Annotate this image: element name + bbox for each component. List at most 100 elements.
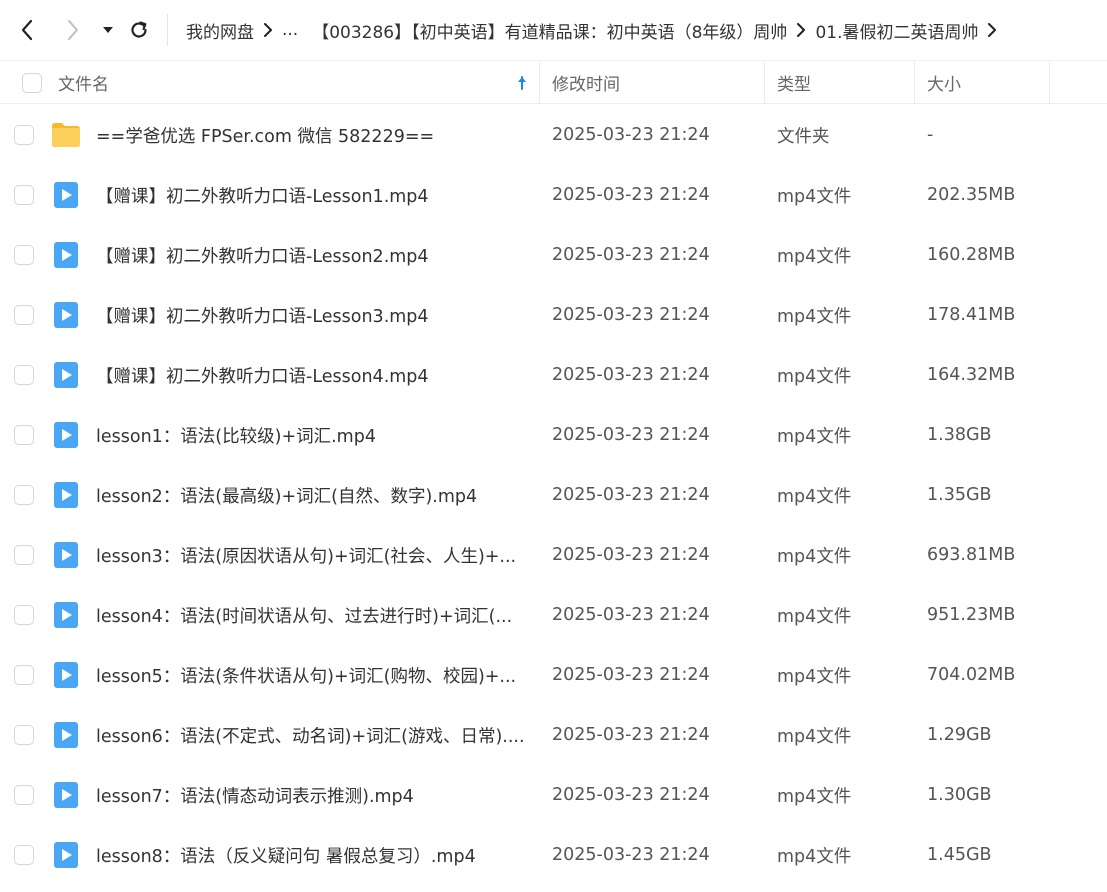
file-type: 文件夹	[777, 126, 830, 147]
row-checkbox[interactable]	[14, 605, 34, 625]
video-file-icon	[50, 825, 82, 885]
breadcrumb-item-current[interactable]: 01.暑假初二英语周帅	[815, 18, 978, 43]
select-all-checkbox[interactable]	[22, 72, 42, 93]
table-row[interactable]: lesson6：语法(不定式、动名词)+词汇(游戏、日常).... 2025-0…	[0, 705, 1107, 765]
breadcrumb-item-root[interactable]: 我的网盘	[186, 18, 254, 43]
file-type: mp4文件	[777, 546, 852, 567]
row-checkbox[interactable]	[14, 485, 34, 505]
row-checkbox[interactable]	[14, 185, 34, 205]
breadcrumb-item-ellipsis[interactable]: ...	[282, 20, 298, 40]
file-size: 202.35MB	[927, 185, 1016, 205]
table-row[interactable]: lesson1：语法(比较级)+词汇.mp4 2025-03-23 21:24 …	[0, 405, 1107, 465]
row-checkbox[interactable]	[14, 845, 34, 865]
table-row[interactable]: lesson3：语法(原因状语从句)+词汇(社会、人生)+... 2025-03…	[0, 525, 1107, 585]
table-row[interactable]: lesson8：语法（反义疑问句 暑假总复习）.mp4 2025-03-23 2…	[0, 825, 1107, 885]
file-name[interactable]: lesson2：语法(最高级)+词汇(自然、数字).mp4	[96, 465, 526, 525]
video-file-icon	[50, 585, 82, 645]
row-checkbox[interactable]	[14, 305, 34, 325]
file-table-header: 文件名 修改时间 类型 大小	[0, 60, 1107, 104]
file-modified-time: 2025-03-23 21:24	[552, 125, 710, 145]
header-name[interactable]: 文件名	[58, 61, 109, 104]
table-row[interactable]: lesson5：语法(条件状语从句)+词汇(购物、校园)+... 2025-03…	[0, 645, 1107, 705]
row-checkbox-cell	[14, 705, 34, 765]
file-modified-time: 2025-03-23 21:24	[552, 365, 710, 385]
file-type: mp4文件	[777, 366, 852, 387]
file-name[interactable]: lesson7：语法(情态动词表示推测).mp4	[96, 765, 526, 825]
file-name[interactable]: ==学爸优选 FPSer.com 微信 582229==	[96, 105, 526, 165]
row-checkbox[interactable]	[14, 545, 34, 565]
file-name[interactable]: lesson1：语法(比较级)+词汇.mp4	[96, 405, 526, 465]
refresh-button[interactable]	[128, 15, 150, 45]
row-checkbox-cell	[14, 345, 34, 405]
file-type: mp4文件	[777, 486, 852, 507]
row-checkbox-cell	[14, 165, 34, 225]
chevron-right-icon	[68, 20, 78, 40]
table-row[interactable]: lesson4：语法(时间状语从句、过去进行时)+词汇(... 2025-03-…	[0, 585, 1107, 645]
header-type[interactable]: 类型	[777, 61, 811, 104]
row-checkbox-cell	[14, 465, 34, 525]
row-checkbox-cell	[14, 405, 34, 465]
file-list: ==学爸优选 FPSer.com 微信 582229== 2025-03-23 …	[0, 105, 1107, 885]
file-type: mp4文件	[777, 786, 852, 807]
row-checkbox[interactable]	[14, 665, 34, 685]
video-file-icon	[50, 285, 82, 345]
file-modified-time: 2025-03-23 21:24	[552, 845, 710, 865]
caret-down-icon	[103, 27, 113, 33]
breadcrumb-item-course[interactable]: 【003286】【初中英语】有道精品课：初中英语（8年级）周帅	[312, 18, 787, 43]
file-size: 704.02MB	[927, 665, 1016, 685]
table-row[interactable]: 【赠课】初二外教听力口语-Lesson1.mp4 2025-03-23 21:2…	[0, 165, 1107, 225]
forward-button[interactable]	[62, 15, 84, 45]
file-name[interactable]: lesson6：语法(不定式、动名词)+词汇(游戏、日常)....	[96, 705, 526, 765]
column-divider[interactable]	[539, 61, 540, 104]
header-time[interactable]: 修改时间	[552, 61, 620, 104]
column-divider[interactable]	[1049, 61, 1050, 104]
header-size[interactable]: 大小	[927, 61, 961, 104]
file-modified-time: 2025-03-23 21:24	[552, 665, 710, 685]
file-name[interactable]: 【赠课】初二外教听力口语-Lesson1.mp4	[96, 165, 526, 225]
table-row[interactable]: lesson2：语法(最高级)+词汇(自然、数字).mp4 2025-03-23…	[0, 465, 1107, 525]
file-size: 1.45GB	[927, 845, 992, 865]
top-navigation-bar: 我的网盘 ... 【003286】【初中英语】有道精品课：初中英语（8年级）周帅…	[0, 0, 1107, 60]
table-row[interactable]: ==学爸优选 FPSer.com 微信 582229== 2025-03-23 …	[0, 105, 1107, 165]
column-divider[interactable]	[764, 61, 765, 104]
row-checkbox[interactable]	[14, 245, 34, 265]
file-type: mp4文件	[777, 426, 852, 447]
table-row[interactable]: 【赠课】初二外教听力口语-Lesson3.mp4 2025-03-23 21:2…	[0, 285, 1107, 345]
file-type: mp4文件	[777, 846, 852, 867]
file-modified-time: 2025-03-23 21:24	[552, 785, 710, 805]
table-row[interactable]: lesson7：语法(情态动词表示推测).mp4 2025-03-23 21:2…	[0, 765, 1107, 825]
row-checkbox-cell	[14, 525, 34, 585]
file-modified-time: 2025-03-23 21:24	[552, 185, 710, 205]
table-row[interactable]: 【赠课】初二外教听力口语-Lesson4.mp4 2025-03-23 21:2…	[0, 345, 1107, 405]
file-name[interactable]: lesson8：语法（反义疑问句 暑假总复习）.mp4	[96, 825, 526, 885]
chevron-right-icon[interactable]	[978, 20, 1006, 40]
file-name[interactable]: lesson3：语法(原因状语从句)+词汇(社会、人生)+...	[96, 525, 526, 585]
row-checkbox[interactable]	[14, 425, 34, 445]
row-checkbox[interactable]	[14, 125, 34, 145]
chevron-left-icon	[21, 19, 33, 41]
row-checkbox[interactable]	[14, 785, 34, 805]
file-size: 1.35GB	[927, 485, 992, 505]
file-modified-time: 2025-03-23 21:24	[552, 425, 710, 445]
file-name[interactable]: lesson5：语法(条件状语从句)+词汇(购物、校园)+...	[96, 645, 526, 705]
row-checkbox-cell	[14, 765, 34, 825]
table-row[interactable]: 【赠课】初二外教听力口语-Lesson2.mp4 2025-03-23 21:2…	[0, 225, 1107, 285]
file-type: mp4文件	[777, 666, 852, 687]
file-type: mp4文件	[777, 246, 852, 267]
row-checkbox-cell	[14, 225, 34, 285]
row-checkbox-cell	[14, 645, 34, 705]
back-button[interactable]	[16, 15, 38, 45]
file-name[interactable]: lesson4：语法(时间状语从句、过去进行时)+词汇(...	[96, 585, 526, 645]
history-dropdown-button[interactable]	[100, 15, 116, 45]
row-checkbox[interactable]	[14, 725, 34, 745]
sort-arrow-up-icon[interactable]	[516, 61, 528, 104]
video-file-icon	[50, 225, 82, 285]
file-name[interactable]: 【赠课】初二外教听力口语-Lesson2.mp4	[96, 225, 526, 285]
file-name[interactable]: 【赠课】初二外教听力口语-Lesson3.mp4	[96, 285, 526, 345]
file-modified-time: 2025-03-23 21:24	[552, 485, 710, 505]
file-size: 1.30GB	[927, 785, 992, 805]
row-checkbox[interactable]	[14, 365, 34, 385]
breadcrumb: 我的网盘 ... 【003286】【初中英语】有道精品课：初中英语（8年级）周帅…	[186, 0, 1006, 60]
column-divider[interactable]	[914, 61, 915, 104]
file-name[interactable]: 【赠课】初二外教听力口语-Lesson4.mp4	[96, 345, 526, 405]
